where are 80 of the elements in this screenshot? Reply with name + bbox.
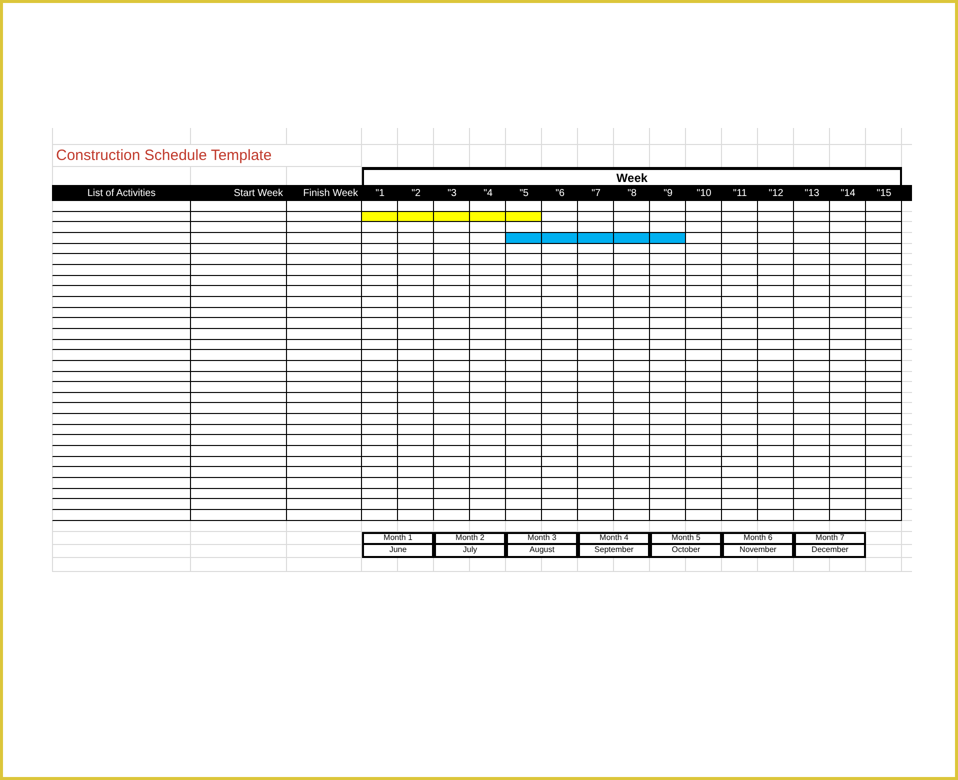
sheet-cell — [722, 128, 758, 145]
sheet-cell — [434, 520, 470, 532]
week-number: "12 — [768, 186, 784, 200]
column-header: Finish Week — [303, 186, 358, 200]
month-label: Month 3 — [506, 532, 578, 545]
sheet-title: Construction Schedule Template — [56, 146, 272, 166]
sheet-cell — [578, 558, 614, 572]
month-name: December — [794, 544, 866, 558]
month-label: Month 7 — [794, 532, 866, 545]
week-number: "5 — [519, 186, 529, 200]
week-number: "15 — [876, 186, 892, 200]
month-name: September — [578, 544, 650, 558]
week-number: "2 — [411, 186, 421, 200]
sheet-cell — [722, 558, 758, 572]
month-label: Month 1 — [362, 532, 434, 545]
sheet-cell — [722, 520, 758, 532]
sheet-cell — [578, 520, 614, 532]
week-number: "4 — [483, 186, 493, 200]
week-number: "8 — [627, 186, 637, 200]
sheet-cell — [614, 520, 650, 532]
sheet-cell — [830, 558, 866, 572]
sheet-cell — [506, 128, 542, 145]
sheet-cell — [506, 520, 542, 532]
sheet-cell — [362, 558, 398, 572]
month-label: Month 6 — [722, 532, 794, 545]
week-number: "9 — [663, 186, 673, 200]
sheet-cell — [794, 558, 830, 572]
sheet-cell — [650, 128, 686, 145]
sheet-cell — [758, 128, 794, 145]
sheet-cell — [686, 520, 722, 532]
column-header: List of Activities — [87, 186, 156, 200]
sheet-cell — [434, 128, 470, 145]
sheet-cell — [758, 520, 794, 532]
sheet-cell — [398, 128, 434, 145]
sheet-cell — [686, 128, 722, 145]
sheet-cell — [470, 128, 506, 145]
sheet-cell — [650, 558, 686, 572]
month-label: Month 4 — [578, 532, 650, 545]
sheet-cell — [866, 544, 902, 558]
sheet-cell — [506, 558, 542, 572]
sheet-cell — [470, 558, 506, 572]
sheet-cell — [398, 520, 434, 532]
sheet-cell — [794, 128, 830, 145]
sheet-cell — [542, 520, 578, 532]
week-number: "11 — [733, 186, 747, 200]
sheet-cell — [866, 128, 902, 145]
sheet-cell — [614, 558, 650, 572]
sheet-cell — [830, 128, 866, 145]
sheet-cell — [650, 520, 686, 532]
sheet-cell — [362, 128, 398, 145]
month-name: June — [362, 544, 434, 558]
sheet-cell — [578, 128, 614, 145]
sheet-cell — [866, 520, 902, 532]
month-label: Month 2 — [434, 532, 506, 545]
sheet-cell — [542, 128, 578, 145]
week-number: "13 — [804, 186, 820, 200]
sheet-cell — [866, 532, 902, 545]
sheet-cell — [614, 128, 650, 145]
column-header: Start Week — [234, 186, 283, 200]
month-name: November — [722, 544, 794, 558]
month-name: July — [434, 544, 506, 558]
sheet-cell — [866, 558, 902, 572]
month-name: August — [506, 544, 578, 558]
sheet-cell — [542, 558, 578, 572]
sheet-cell — [470, 520, 506, 532]
week-number: "1 — [375, 186, 385, 200]
month-label: Month 5 — [650, 532, 722, 545]
sheet-cell — [830, 520, 866, 532]
sheet-cell — [794, 520, 830, 532]
sheet-cell — [434, 558, 470, 572]
week-number: "6 — [555, 186, 565, 200]
week-number: "7 — [591, 186, 601, 200]
sheet-cell — [362, 520, 398, 532]
week-number: "3 — [447, 186, 457, 200]
month-name: October — [650, 544, 722, 558]
sheet-cell — [398, 558, 434, 572]
week-number: "14 — [840, 186, 856, 200]
week-number: "10 — [696, 186, 712, 200]
sheet-cell — [686, 558, 722, 572]
sheet-cell — [758, 558, 794, 572]
